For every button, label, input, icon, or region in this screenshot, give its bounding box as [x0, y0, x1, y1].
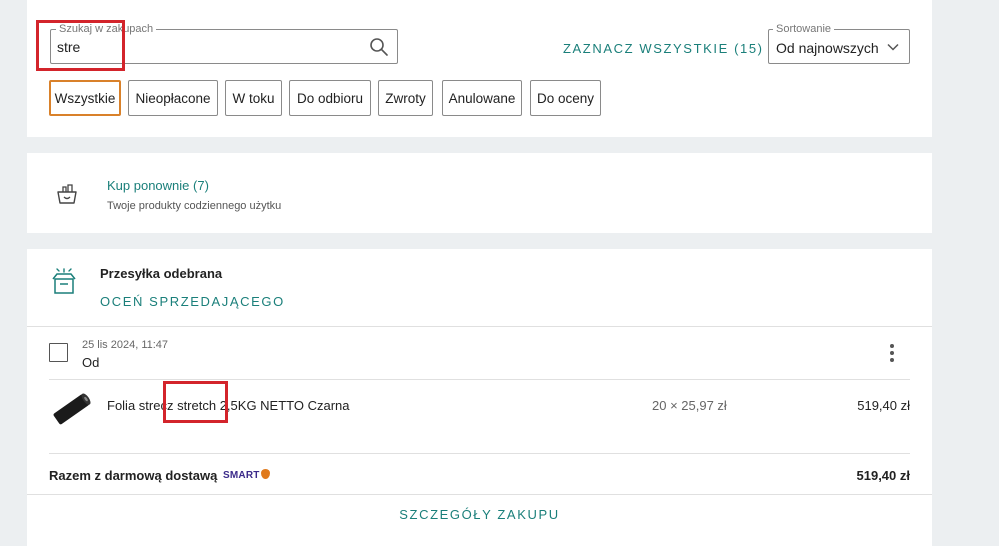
divider — [49, 453, 910, 454]
sort-value: Od najnowszych — [776, 40, 879, 56]
divider — [27, 494, 932, 495]
rebuy-card[interactable]: Kup ponownie (7) Twoje produkty codzienn… — [27, 153, 932, 233]
product-total: 519,40 zł — [857, 398, 910, 413]
divider — [49, 379, 910, 380]
rebuy-subtitle: Twoje produkty codziennego użytku — [107, 200, 282, 212]
filter-chip-pickup[interactable]: Do odbioru — [289, 80, 371, 116]
sum-value: 519,40 zł — [856, 468, 911, 483]
filter-chip-cancelled[interactable]: Anulowane — [442, 80, 522, 116]
smart-badge-text: SMART — [223, 470, 260, 481]
rate-seller-link[interactable]: OCEŃ SPRZEDAJĄCEGO — [100, 294, 285, 309]
highlight-box-search — [36, 20, 125, 71]
order-from: Od — [82, 355, 100, 370]
highlight-box-product — [163, 381, 228, 423]
rebuy-title[interactable]: Kup ponownie (7) — [107, 178, 209, 193]
filter-chip-all[interactable]: Wszystkie — [49, 80, 121, 116]
kebab-icon[interactable] — [889, 343, 895, 363]
select-all-link[interactable]: ZAZNACZ WSZYSTKIE (15) — [563, 41, 764, 56]
search-icon[interactable] — [369, 37, 389, 57]
smart-badge-icon — [260, 469, 270, 479]
filter-chip-in-progress[interactable]: W toku — [225, 80, 282, 116]
product-name[interactable]: Folia strecz stretch 2,5KG NETTO Czarna — [107, 398, 350, 413]
product-thumbnail[interactable] — [48, 384, 94, 434]
filter-card: Szukaj w zakupach ZAZNACZ WSZYSTKIE (15)… — [27, 0, 932, 137]
filter-chip-unpaid[interactable]: Nieopłacone — [128, 80, 218, 116]
filter-chip-to-rate[interactable]: Do oceny — [530, 80, 601, 116]
product-qty-price: 20 × 25,97 zł — [652, 398, 727, 413]
smart-badge: SMART — [223, 469, 270, 481]
order-status: Przesyłka odebrana — [100, 266, 223, 281]
order-date: 25 lis 2024, 11:47 — [82, 339, 169, 351]
purchase-details-link[interactable]: SZCZEGÓŁY ZAKUPU — [27, 507, 932, 522]
basket-icon — [57, 184, 77, 204]
order-checkbox[interactable] — [49, 343, 68, 362]
package-box-icon — [52, 268, 76, 294]
sum-label: Razem z darmową dostawą — [49, 468, 218, 483]
divider — [27, 326, 932, 327]
sort-select[interactable]: Sortowanie Od najnowszych — [768, 22, 910, 64]
chevron-down-icon — [887, 43, 899, 51]
filter-chip-returns[interactable]: Zwroty — [378, 80, 433, 116]
sort-legend: Sortowanie — [773, 22, 835, 36]
